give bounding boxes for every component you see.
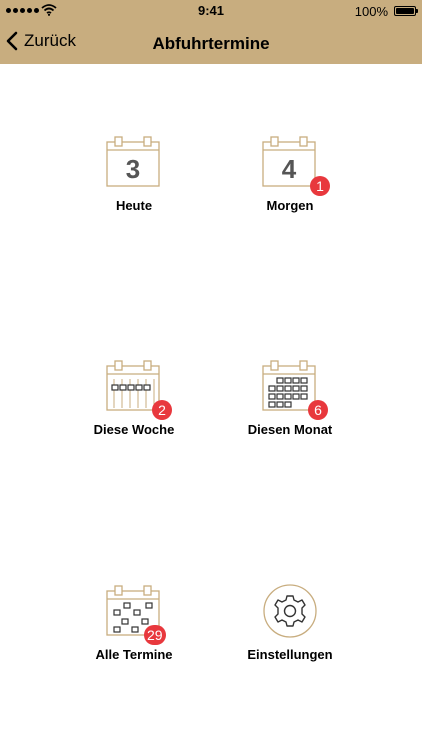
tile-label: Alle Termine <box>95 647 173 662</box>
calendar-day-icon: 4 1 <box>260 134 330 196</box>
tile-einstellungen[interactable]: Einstellungen <box>220 583 360 662</box>
tile-alle-termine[interactable]: 29 Alle Termine <box>64 583 204 662</box>
tile-label: Heute <box>115 198 153 213</box>
battery-percent: 100% <box>354 4 388 19</box>
navigation-bar: Zurück Abfuhrtermine <box>0 22 422 64</box>
calendar-day-icon: 3 <box>104 134 164 190</box>
tile-label: Diesen Monat <box>247 422 333 437</box>
tile-diesen-monat[interactable]: 6 Diesen Monat <box>220 358 360 437</box>
count-badge: 2 <box>152 400 172 420</box>
calendar-all-icon: 29 <box>104 583 166 645</box>
count-badge: 6 <box>308 400 328 420</box>
count-badge: 29 <box>144 625 166 645</box>
gear-icon <box>260 583 320 639</box>
tile-label: Einstellungen <box>247 647 333 662</box>
tile-heute[interactable]: 3 Heute <box>64 134 204 213</box>
tile-label: Diese Woche <box>93 422 175 437</box>
tile-diese-woche[interactable]: 2 Diese Woche <box>64 358 204 437</box>
tile-label: Morgen <box>266 198 314 213</box>
count-badge: 1 <box>310 176 330 196</box>
tile-morgen[interactable]: 4 1 Morgen <box>220 134 360 213</box>
calendar-month-icon: 6 <box>260 358 328 420</box>
calendar-day-number: 4 <box>282 154 297 184</box>
page-title: Abfuhrtermine <box>152 34 270 53</box>
calendar-week-icon: 2 <box>104 358 172 420</box>
status-bar: 9:41 100% <box>0 0 422 22</box>
battery-icon <box>394 6 418 16</box>
calendar-day-number: 3 <box>126 154 140 184</box>
